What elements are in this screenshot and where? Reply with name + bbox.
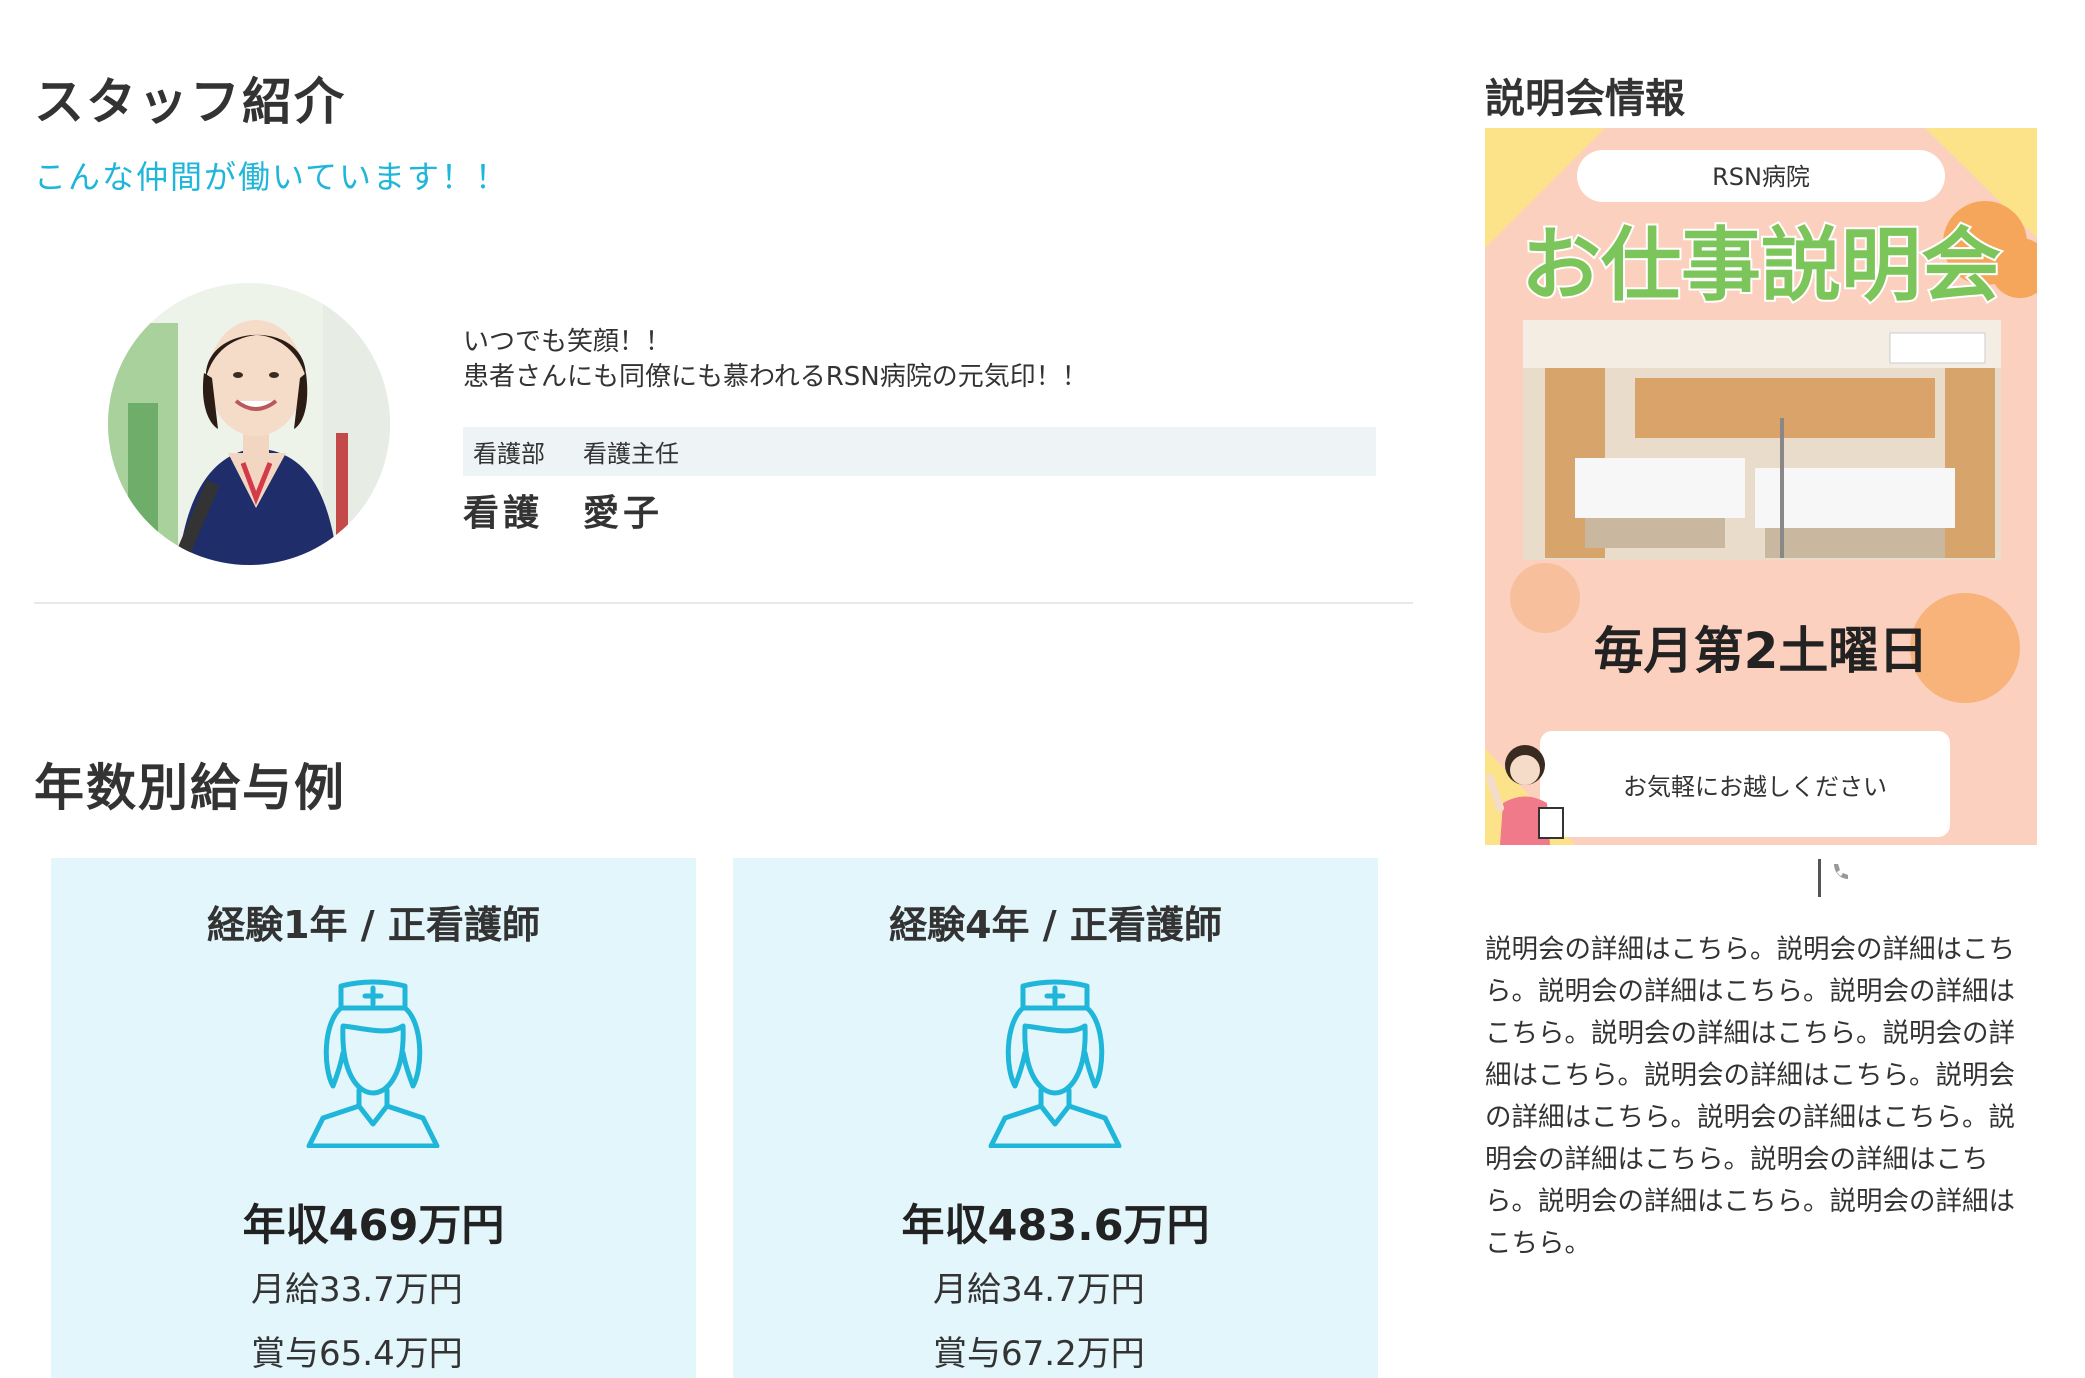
main-content: スタッフ紹介 こんな仲間が働いています！！ いつでも笑顔！！ 患者さんにも同僚に… xyxy=(0,0,1420,1378)
salary-card-monthly: 月給34.7万円 xyxy=(933,1270,1145,1310)
flyer-message: お気軽にお越しください xyxy=(1623,773,1887,801)
staff-department: 看護部 xyxy=(473,440,545,468)
salary-card-annual: 年収483.6万円 xyxy=(901,1201,1210,1251)
flyer-hospital-name: RSN病院 xyxy=(1712,163,1810,191)
staff-role-bar: 看護部 看護主任 xyxy=(463,427,1376,476)
nurse-icon xyxy=(303,978,443,1148)
info-session-description: 説明会の詳細はこちら。説明会の詳細はこちら。説明会の詳細はこちら。説明会の詳細は… xyxy=(1485,934,2015,1259)
staff-message: いつでも笑顔！！ 患者さんにも同僚にも慕われるRSN病院の元気印！！ xyxy=(463,325,1088,395)
salary-card-bonus: 賞与65.4万円 xyxy=(251,1334,463,1374)
salary-card-bonus: 賞与67.2万円 xyxy=(933,1334,1145,1374)
salary-card: 経験1年 / 正看護師 年収469万円 月給33.7万円 賞与65.4万円 xyxy=(51,858,696,1378)
staff-photo xyxy=(108,283,390,565)
staff-message-line-2: 患者さんにも同僚にも慕われるRSN病院の元気印！！ xyxy=(463,362,1088,392)
flyer-schedule: 毎月第2土曜日 xyxy=(1594,622,1929,680)
phone-icon xyxy=(1818,859,1848,897)
staff-section-title: スタッフ紹介 xyxy=(34,73,346,131)
info-session-flyer[interactable]: RSN病院 お仕事説明会 毎月第2土曜日 お気軽にお越しください xyxy=(1485,128,2037,845)
salary-section-title: 年数別給与例 xyxy=(34,759,346,817)
staff-position: 看護主任 xyxy=(583,440,679,468)
salary-card-monthly: 月給33.7万円 xyxy=(251,1270,463,1310)
staff-name: 看護 愛子 xyxy=(463,493,664,534)
section-divider xyxy=(34,602,1413,604)
staff-message-line-1: いつでも笑顔！！ xyxy=(463,327,672,357)
salary-card-title: 経験1年 / 正看護師 xyxy=(207,903,540,947)
flyer-headline: お仕事説明会 xyxy=(1521,219,2001,312)
sidebar: 説明会情報 RSN病院 お仕事説明会 毎月第2土曜日 お気軽にお越しください 説… xyxy=(1485,0,2040,1350)
salary-card-annual: 年収469万円 xyxy=(242,1201,505,1251)
nurse-icon xyxy=(985,978,1125,1148)
salary-card: 経験4年 / 正看護師 年収483.6万円 月給34.7万円 賞与67.2万円 xyxy=(733,858,1378,1378)
hospital-room-photo xyxy=(1523,320,2001,560)
sidebar-title: 説明会情報 xyxy=(1485,76,1685,122)
staff-section-subtitle: こんな仲間が働いています！！ xyxy=(34,158,510,196)
salary-card-title: 経験4年 / 正看護師 xyxy=(889,903,1222,947)
